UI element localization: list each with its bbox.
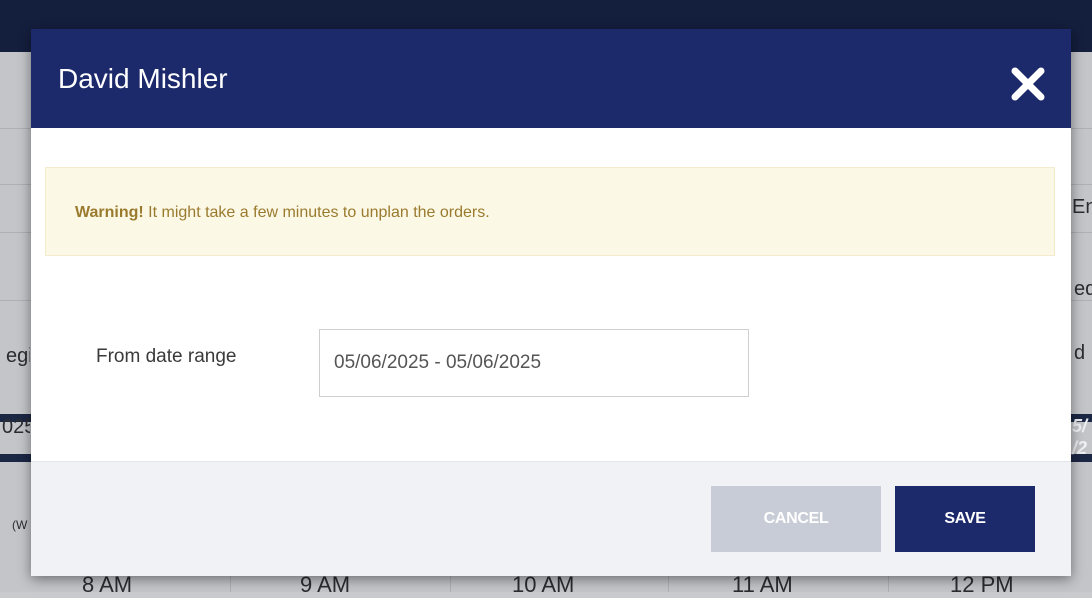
dialog-title: David Mishler (58, 63, 228, 94)
save-button[interactable]: SAVE (895, 486, 1035, 552)
column-fragment: d (1074, 342, 1086, 364)
dialog-footer: CANCEL SAVE (31, 461, 1071, 576)
warning-strong: Warning! (75, 204, 144, 221)
date-range-input[interactable] (319, 329, 749, 397)
warning-alert: Warning! It might take a few minutes to … (45, 167, 1055, 256)
column-fragment: eq (1074, 278, 1092, 300)
unplan-orders-dialog: David Mishler Warning! It might take a f… (31, 29, 1071, 576)
column-fragment: (W (12, 518, 28, 532)
close-button[interactable] (1009, 65, 1047, 103)
cancel-button[interactable]: CANCEL (711, 486, 881, 552)
date-range-label: From date range (96, 346, 237, 367)
warning-message: It might take a few minutes to unplan th… (143, 204, 490, 221)
column-fragment: /2 (1072, 438, 1088, 458)
column-fragment: En (1072, 196, 1092, 218)
close-icon (1011, 67, 1045, 101)
column-fragment: 5/ (1072, 416, 1088, 436)
column-fragment: egi (6, 345, 30, 367)
warning-text: Warning! It might take a few minutes to … (75, 204, 490, 222)
column-fragment: 025 (2, 416, 30, 438)
dialog-header: David Mishler (31, 29, 1071, 128)
